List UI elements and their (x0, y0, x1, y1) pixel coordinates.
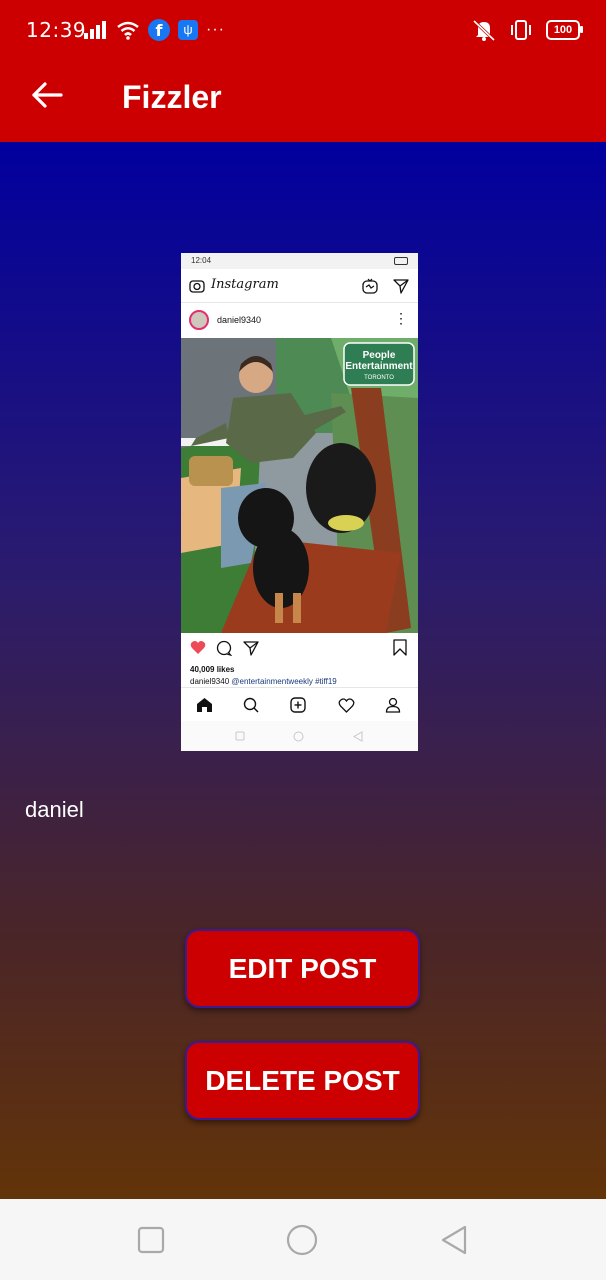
svg-text:Entertainment: Entertainment (345, 361, 413, 372)
ig-system-nav (181, 721, 418, 751)
ig-photo: People Entertainment TORONTO (181, 338, 418, 633)
status-icons-right: 100 (472, 18, 583, 42)
facebook-icon: f (148, 19, 170, 41)
square-icon[interactable] (134, 1223, 168, 1257)
ig-header: Instagram (181, 269, 418, 303)
signal-icon (84, 21, 106, 39)
app-title: Fizzler (122, 79, 222, 115)
ig-caption: daniel9340 @entertainmentweekly #tiff19 (190, 677, 337, 686)
camera-icon (189, 280, 205, 293)
share-icon (243, 641, 259, 656)
post-detail-content: 12:04 Instagram daniel9340 ⋮ People Ente… (0, 142, 606, 1199)
app-bar: Fizzler (0, 60, 606, 142)
circle-icon[interactable] (285, 1223, 319, 1257)
heart-filled-icon (190, 641, 206, 654)
add-post-icon (290, 697, 306, 713)
triangle-back-icon[interactable] (437, 1223, 471, 1257)
ig-logo: Instagram (211, 277, 279, 292)
status-icons-left: f ψ ··· (84, 18, 225, 42)
bookmark-icon (393, 639, 407, 656)
status-time: 12:39 (26, 18, 87, 42)
direct-message-icon (393, 279, 409, 294)
comment-icon (216, 640, 232, 656)
edit-post-button[interactable]: EDIT POST (185, 929, 420, 1008)
usb-icon: ψ (178, 20, 198, 40)
vibrate-icon (511, 20, 531, 40)
svg-text:People: People (363, 350, 396, 361)
post-caption: daniel (25, 797, 84, 822)
ig-post-header: daniel9340 ⋮ (181, 303, 418, 339)
ig-avatar (189, 310, 209, 330)
search-icon (243, 697, 259, 713)
delete-post-button[interactable]: DELETE POST (185, 1041, 420, 1120)
ig-status-bar: 12:04 (181, 253, 418, 269)
vibrate-off-icon (472, 19, 496, 41)
more-vertical-icon: ⋮ (394, 310, 408, 326)
svg-text:TORONTO: TORONTO (364, 375, 394, 381)
ig-bottom-nav (181, 687, 418, 722)
ig-status-time: 12:04 (191, 256, 212, 265)
ig-circle-icon (293, 731, 304, 742)
more-notifications-icon: ··· (206, 21, 225, 38)
arrow-left-icon[interactable] (30, 77, 66, 113)
battery-indicator: 100 (546, 20, 583, 40)
system-nav-bar (0, 1199, 606, 1280)
wifi-icon (117, 21, 139, 40)
ig-username: daniel9340 (217, 315, 262, 325)
ig-caption-text: @entertainmentweekly #tiff19 (231, 677, 337, 686)
ig-battery-icon (394, 257, 408, 265)
ig-square-icon (235, 731, 245, 741)
status-bar: 12:39 f ψ ··· 100 (0, 0, 606, 60)
profile-icon (385, 697, 401, 713)
post-image: 12:04 Instagram daniel9340 ⋮ People Ente… (181, 253, 418, 751)
home-icon (197, 698, 212, 712)
ig-caption-user: daniel9340 (190, 677, 230, 686)
ig-action-bar (181, 633, 418, 663)
igtv-icon (362, 278, 378, 294)
activity-heart-icon (338, 698, 355, 713)
ig-likes: 40,009 likes (190, 665, 235, 674)
ig-back-triangle-icon (353, 731, 363, 742)
